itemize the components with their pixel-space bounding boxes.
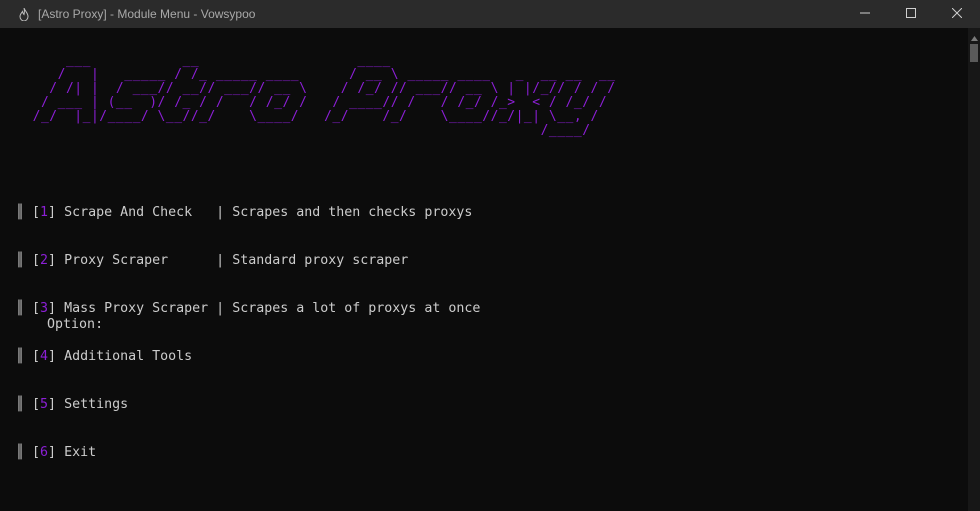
- menu-bar: ║: [16, 397, 33, 412]
- caret-up-icon: [970, 26, 978, 45]
- flame-icon: [18, 7, 30, 21]
- close-icon: [951, 7, 963, 21]
- menu-item-label: Proxy Scraper: [56, 253, 217, 268]
- menu-bar: ║: [16, 205, 33, 220]
- minimize-button[interactable]: [842, 0, 888, 28]
- menu-item-4: ║ [4] Additional Tools: [16, 349, 193, 364]
- menu-item-description: Standard proxy scraper: [232, 253, 409, 268]
- menu-item-2: ║ [2] Proxy Scraper | Standard proxy scr…: [16, 253, 409, 268]
- menu-item-label: Exit: [56, 445, 97, 460]
- menu-separator: |: [216, 205, 233, 220]
- menu-separator: |: [216, 301, 233, 316]
- menu-item-number: 4: [40, 349, 49, 364]
- menu-item-label: Settings: [56, 397, 129, 412]
- menu-bar: ║: [16, 445, 33, 460]
- maximize-button[interactable]: [888, 0, 934, 28]
- menu-item-number: 5: [40, 397, 49, 412]
- scroll-thumb[interactable]: [970, 44, 978, 62]
- option-label: Option:: [47, 317, 104, 332]
- maximize-icon: [906, 7, 916, 21]
- menu-item-label: Additional Tools: [56, 349, 193, 364]
- menu-item-5: ║ [5] Settings: [16, 397, 129, 412]
- menu-item-1: ║ [1] Scrape And Check | Scrapes and the…: [16, 205, 473, 220]
- ascii-banner: ___ __ ____ / | _____ / /_ _____ ____ / …: [32, 53, 616, 138]
- scroll-up-button[interactable]: [968, 30, 980, 41]
- menu-bar: ║: [16, 253, 33, 268]
- menu-item-number: 6: [40, 445, 49, 460]
- menu-item-number: 2: [40, 253, 49, 268]
- window-controls: [842, 0, 980, 28]
- menu-item-label: Scrape And Check: [56, 205, 217, 220]
- title-bar[interactable]: [Astro Proxy] - Module Menu - Vowsypoo: [0, 0, 980, 28]
- menu-separator: |: [216, 253, 233, 268]
- menu-item-description: Scrapes and then checks proxys: [232, 205, 473, 220]
- window-title: [Astro Proxy] - Module Menu - Vowsypoo: [38, 7, 256, 21]
- menu-item-6: ║ [6] Exit: [16, 445, 97, 460]
- vertical-scrollbar[interactable]: [968, 28, 980, 511]
- close-button[interactable]: [934, 0, 980, 28]
- option-prompt[interactable]: Option:: [15, 301, 103, 349]
- console-output[interactable]: ___ __ ____ / | _____ / /_ _____ ____ / …: [0, 28, 968, 511]
- menu-item-number: 1: [40, 205, 49, 220]
- menu-bar: ║: [16, 349, 33, 364]
- menu-item-description: Scrapes a lot of proxys at once: [232, 301, 481, 316]
- minimize-icon: [860, 7, 870, 21]
